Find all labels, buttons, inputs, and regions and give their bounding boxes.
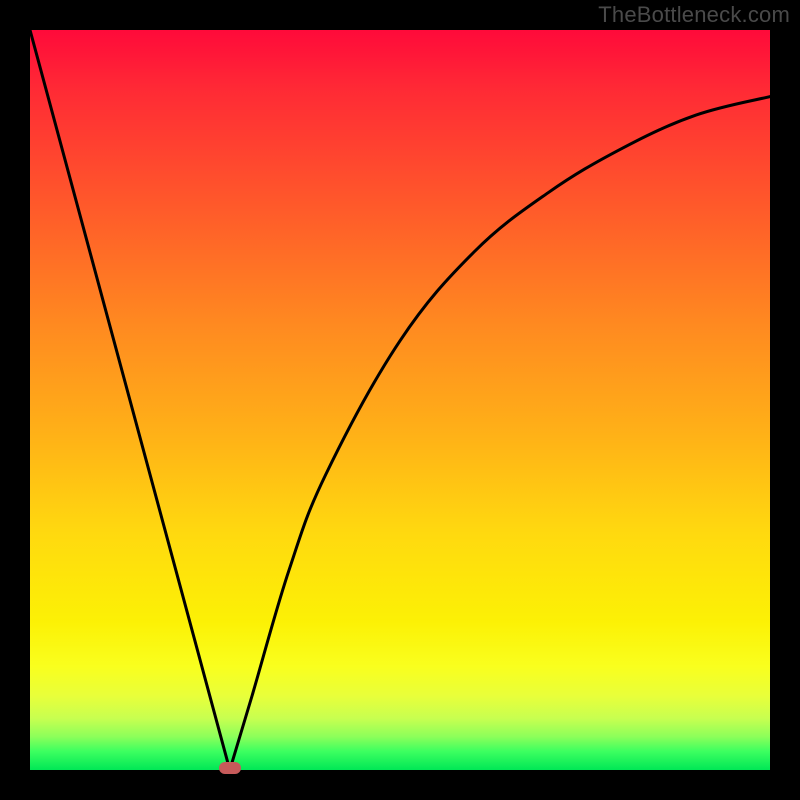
optimal-marker xyxy=(219,762,241,774)
chart-frame: TheBottleneck.com xyxy=(0,0,800,800)
watermark-text: TheBottleneck.com xyxy=(598,2,790,28)
plot-area xyxy=(30,30,770,770)
bottleneck-curve xyxy=(30,30,770,770)
curve-svg xyxy=(30,30,770,770)
